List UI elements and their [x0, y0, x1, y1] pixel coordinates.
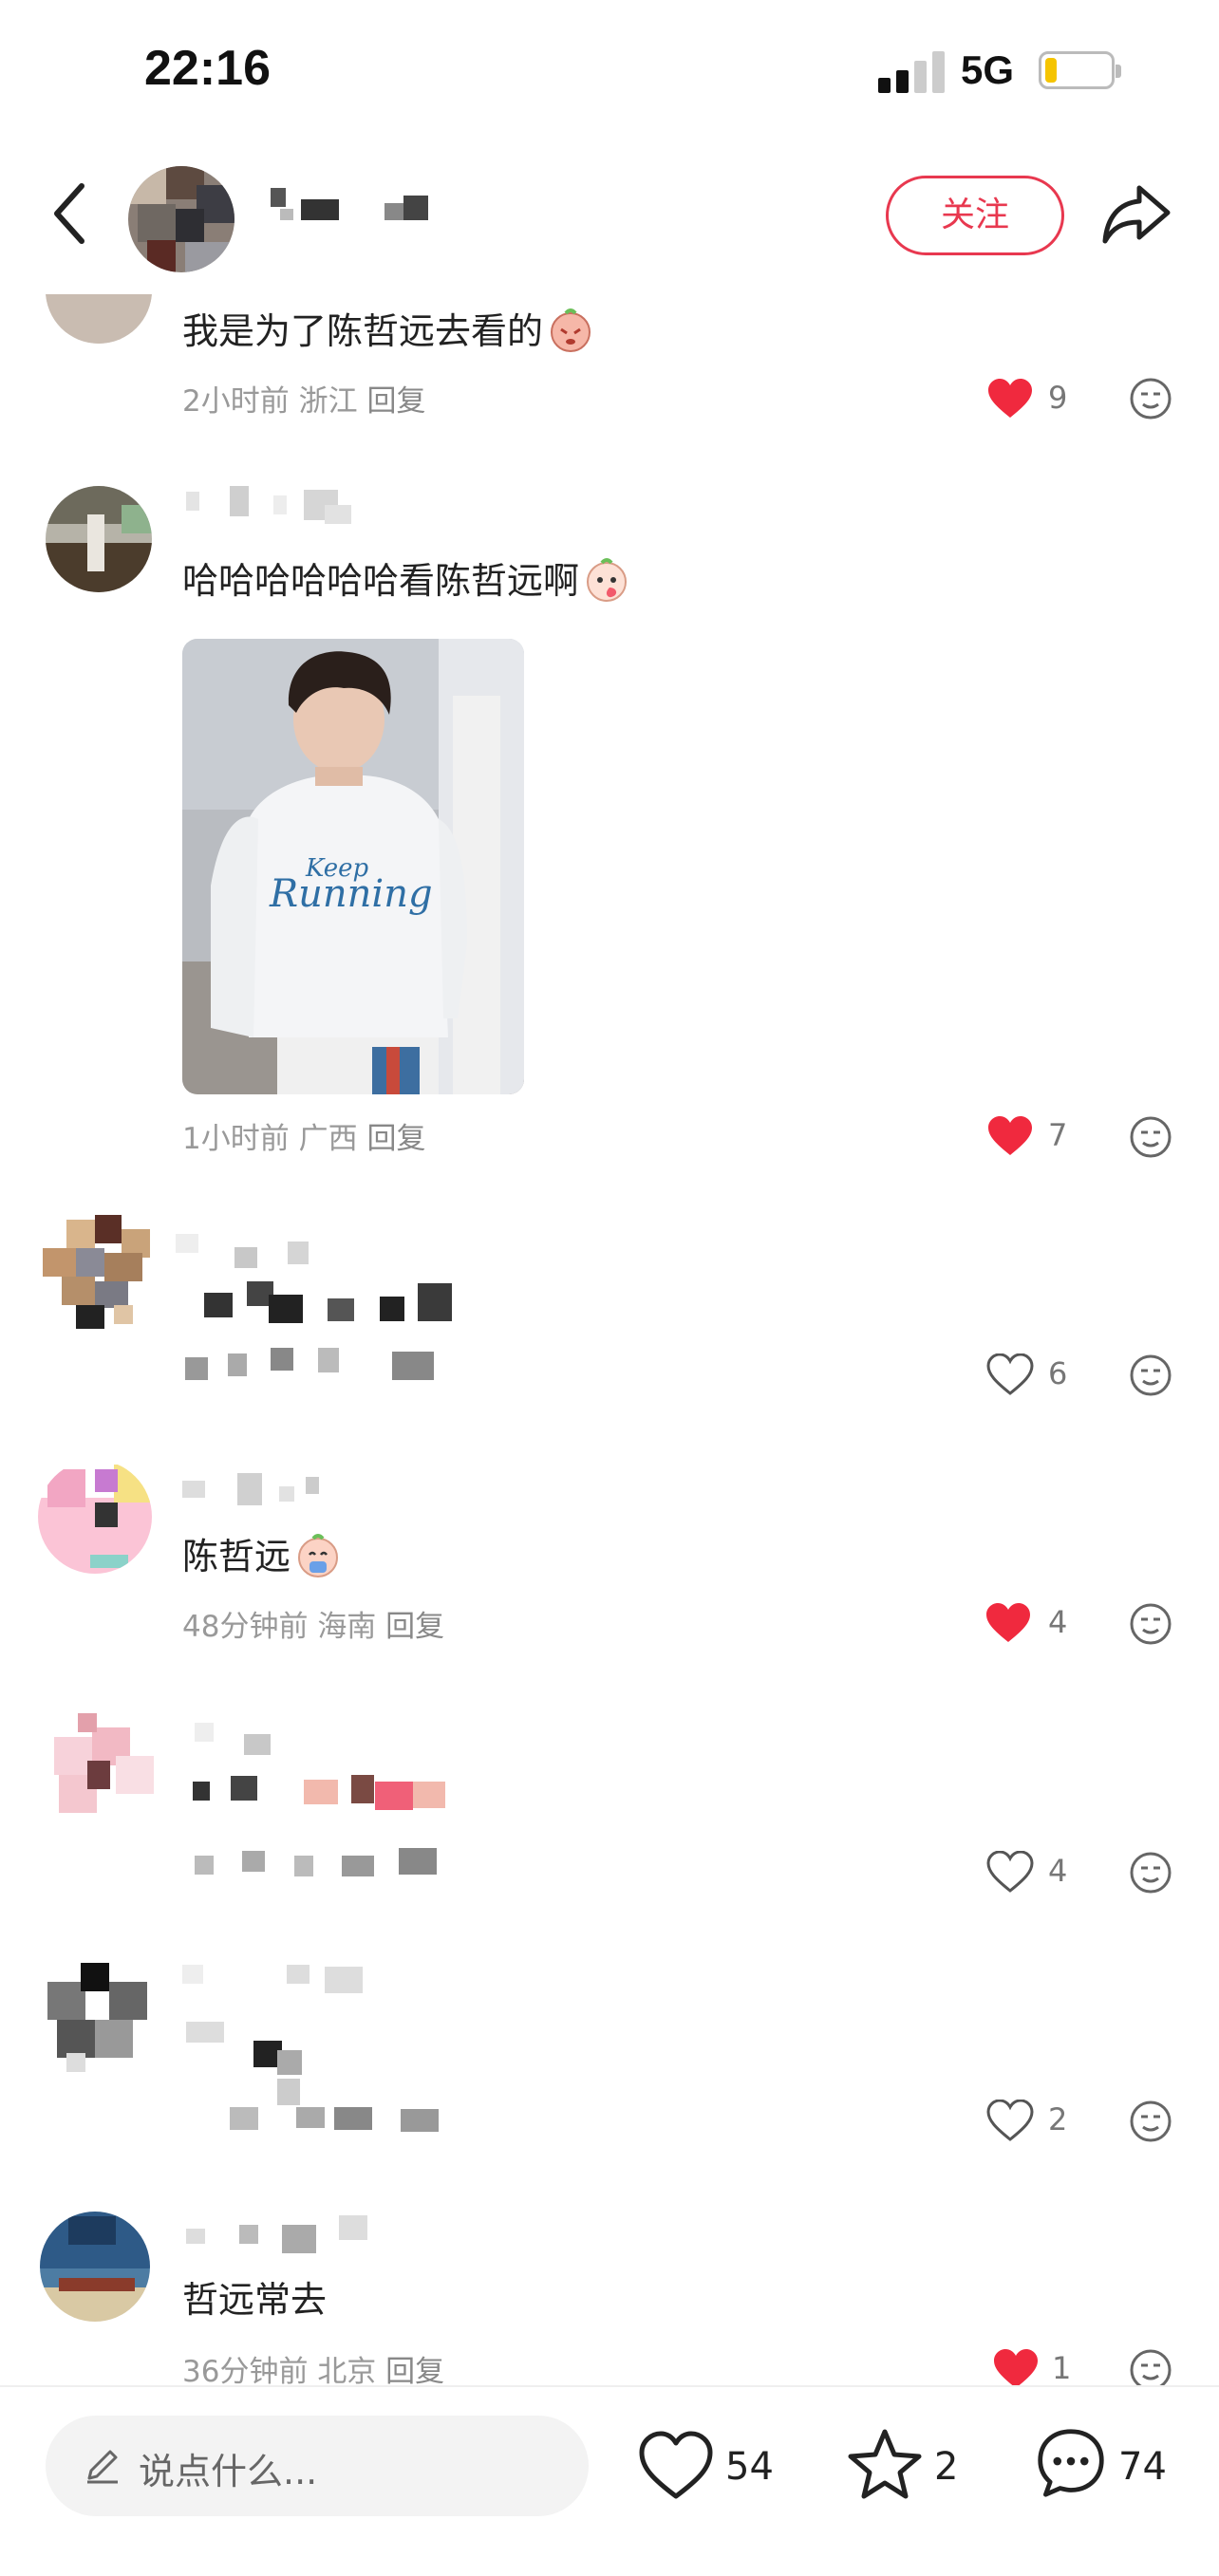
comment-text: 哈哈哈哈哈哈看陈哲远啊 — [182, 555, 630, 605]
comment-text: 哲远常去 — [182, 2276, 327, 2324]
comment-time: 2小时前 — [182, 384, 290, 419]
like-count: 6 — [1048, 1355, 1068, 1391]
chat-bubble-icon[interactable] — [1033, 2426, 1109, 2498]
emoji-face-icon[interactable] — [1129, 377, 1172, 420]
comment-avatar[interactable] — [38, 1460, 152, 1574]
emoji-face-icon[interactable] — [1129, 1851, 1172, 1895]
like-count: 2 — [1048, 2101, 1068, 2137]
heart-icon[interactable] — [986, 2100, 1034, 2141]
shirt-text: Running — [269, 872, 433, 916]
divider — [0, 2385, 1219, 2387]
username-redacted[interactable] — [182, 486, 372, 528]
comment-time: 36分钟前 — [182, 2355, 309, 2389]
comment-text-content: 哲远常去 — [182, 2279, 328, 2321]
comment-location: 浙江 — [298, 384, 358, 419]
sticker-emoji-icon — [587, 558, 628, 602]
heart-icon[interactable] — [986, 1353, 1034, 1395]
back-arrow-icon[interactable] — [49, 180, 91, 247]
like-count: 7 — [1048, 1117, 1068, 1153]
like-count: 4 — [1048, 1604, 1068, 1640]
like-count: 4 — [1048, 1853, 1068, 1889]
heart-icon[interactable] — [986, 1115, 1034, 1157]
comment-text-redacted — [182, 1965, 439, 2132]
comment-avatar[interactable] — [38, 1210, 161, 1334]
emoji-face-icon[interactable] — [1129, 1353, 1172, 1397]
sticker-emoji-icon — [298, 1534, 339, 1577]
follow-button[interactable]: 关注 — [886, 176, 1064, 255]
comment-meta: 48分钟前 海南 回复 — [182, 1602, 444, 1645]
status-time: 22:16 — [144, 41, 271, 96]
heart-icon[interactable] — [985, 1602, 1032, 1644]
comment-text-redacted — [176, 1234, 452, 1380]
comment-avatar[interactable] — [40, 2212, 150, 2322]
battery-icon — [1039, 51, 1121, 89]
star-icon[interactable] — [847, 2428, 923, 2500]
share-icon[interactable] — [1101, 180, 1172, 247]
author-name-redacted[interactable] — [261, 180, 451, 237]
comment-location: 海南 — [317, 1610, 377, 1644]
emoji-face-icon[interactable] — [1129, 1602, 1172, 1646]
comment-text-content: 我是为了陈哲远去看的 — [182, 310, 544, 352]
comment-time: 1小时前 — [182, 1122, 290, 1156]
author-avatar[interactable] — [128, 166, 234, 272]
reply-button[interactable]: 回复 — [385, 2355, 444, 2389]
post-like-count: 54 — [725, 2445, 774, 2489]
comment-text-redacted — [193, 1723, 445, 1876]
favorite-count: 2 — [934, 2445, 959, 2489]
comment-avatar[interactable] — [38, 1963, 156, 2081]
comment-location: 北京 — [317, 2355, 377, 2389]
reply-button[interactable]: 回复 — [385, 1610, 444, 1644]
reply-button[interactable]: 回复 — [366, 384, 425, 419]
like-count: 1 — [1052, 2350, 1072, 2386]
comment-text-content: 陈哲远 — [182, 1536, 291, 1577]
heart-icon[interactable] — [986, 378, 1034, 420]
pencil-icon — [87, 2450, 118, 2484]
input-placeholder: 说点什么... — [139, 2451, 318, 2492]
network-label: 5G — [961, 47, 1015, 92]
comment-avatar[interactable] — [46, 486, 152, 592]
reply-button[interactable]: 回复 — [366, 1122, 425, 1156]
sticker-emoji-icon — [551, 308, 591, 352]
comment-text: 我是为了陈哲远去看的 — [182, 306, 594, 355]
emoji-face-icon[interactable] — [1129, 1115, 1172, 1159]
comment-meta: 1小时前 广西 回复 — [182, 1114, 425, 1157]
comment-location: 广西 — [298, 1122, 358, 1156]
username-redacted[interactable] — [182, 1473, 334, 1515]
comment-avatar[interactable] — [46, 294, 152, 344]
like-count: 9 — [1048, 380, 1068, 416]
comment-input[interactable]: 说点什么... — [46, 2416, 589, 2516]
comment-meta: 2小时前 浙江 回复 — [182, 377, 425, 420]
signal-icon — [878, 49, 945, 93]
emoji-face-icon[interactable] — [1129, 2100, 1172, 2143]
comment-meta: 36分钟前 北京 回复 — [182, 2347, 444, 2390]
comment-count: 74 — [1118, 2445, 1167, 2489]
heart-icon[interactable] — [638, 2430, 714, 2502]
heart-icon[interactable] — [992, 2348, 1040, 2390]
comment-avatar[interactable] — [40, 1708, 158, 1826]
comment-text: 陈哲远 — [182, 1531, 342, 1580]
comment-text-content: 哈哈哈哈哈哈看陈哲远啊 — [182, 560, 580, 602]
comment-time: 48分钟前 — [182, 1610, 309, 1644]
username-redacted[interactable] — [182, 2215, 391, 2257]
comment-photo[interactable]: Keep Running — [182, 639, 524, 1094]
heart-icon[interactable] — [986, 1851, 1034, 1893]
